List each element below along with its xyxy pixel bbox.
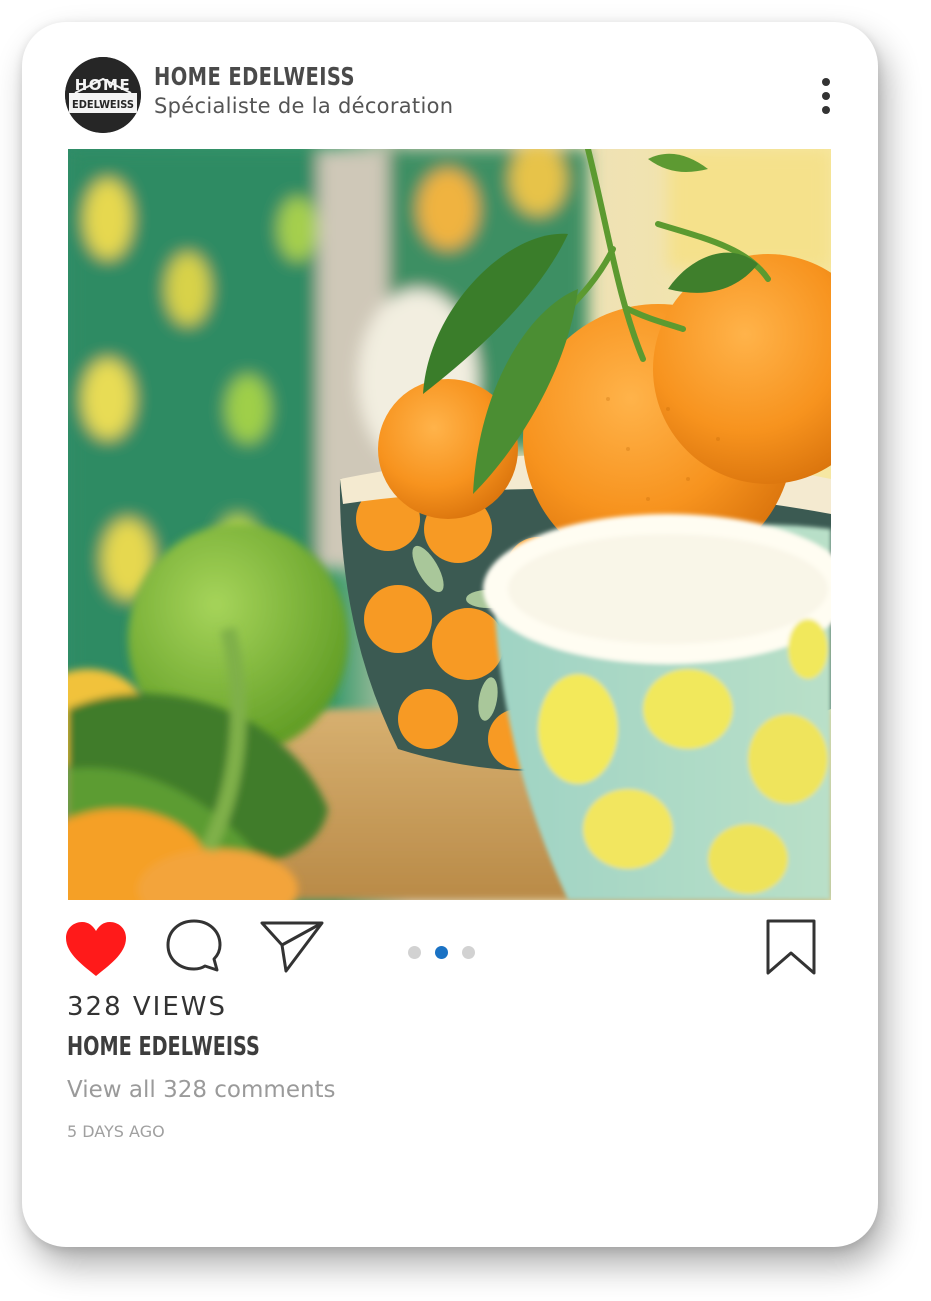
post-image[interactable] xyxy=(68,149,831,900)
carousel-dot-3[interactable] xyxy=(462,946,475,959)
carousel-dot-2-active[interactable] xyxy=(435,946,448,959)
more-vertical-icon-dot xyxy=(822,92,830,100)
avatar-line1: HOME xyxy=(75,76,131,94)
account-subtitle: Spécialiste de la décoration xyxy=(154,94,454,118)
send-icon xyxy=(260,921,324,973)
bookmark-icon xyxy=(766,919,816,975)
more-vertical-icon-dot xyxy=(822,106,830,114)
account-name[interactable]: HOME EDELWEISS xyxy=(154,62,355,91)
like-button[interactable] xyxy=(64,920,128,980)
avatar[interactable]: HOME EDELWEISS xyxy=(65,57,141,133)
post-timestamp: 5 DAYS AGO xyxy=(67,1122,165,1141)
caption-account-name[interactable]: HOME EDELWEISS xyxy=(67,1032,260,1062)
avatar-logo: HOME EDELWEISS xyxy=(65,57,141,133)
share-button[interactable] xyxy=(258,915,326,979)
post-photo xyxy=(68,149,831,900)
heart-icon xyxy=(66,922,126,976)
views-count: 328 VIEWS xyxy=(67,992,227,1022)
bookmark-button[interactable] xyxy=(760,915,822,979)
carousel-indicator xyxy=(406,946,486,962)
comment-button[interactable] xyxy=(162,915,226,979)
avatar-line2: EDELWEISS xyxy=(72,98,134,111)
comment-icon xyxy=(166,919,222,972)
view-all-comments-link[interactable]: View all 328 comments xyxy=(67,1077,336,1103)
more-options-button[interactable] xyxy=(812,74,840,118)
more-vertical-icon xyxy=(822,78,830,86)
post-card: HOME EDELWEISS HOME EDELWEISS Spécialist… xyxy=(22,22,878,1247)
carousel-dot-1[interactable] xyxy=(408,946,421,959)
